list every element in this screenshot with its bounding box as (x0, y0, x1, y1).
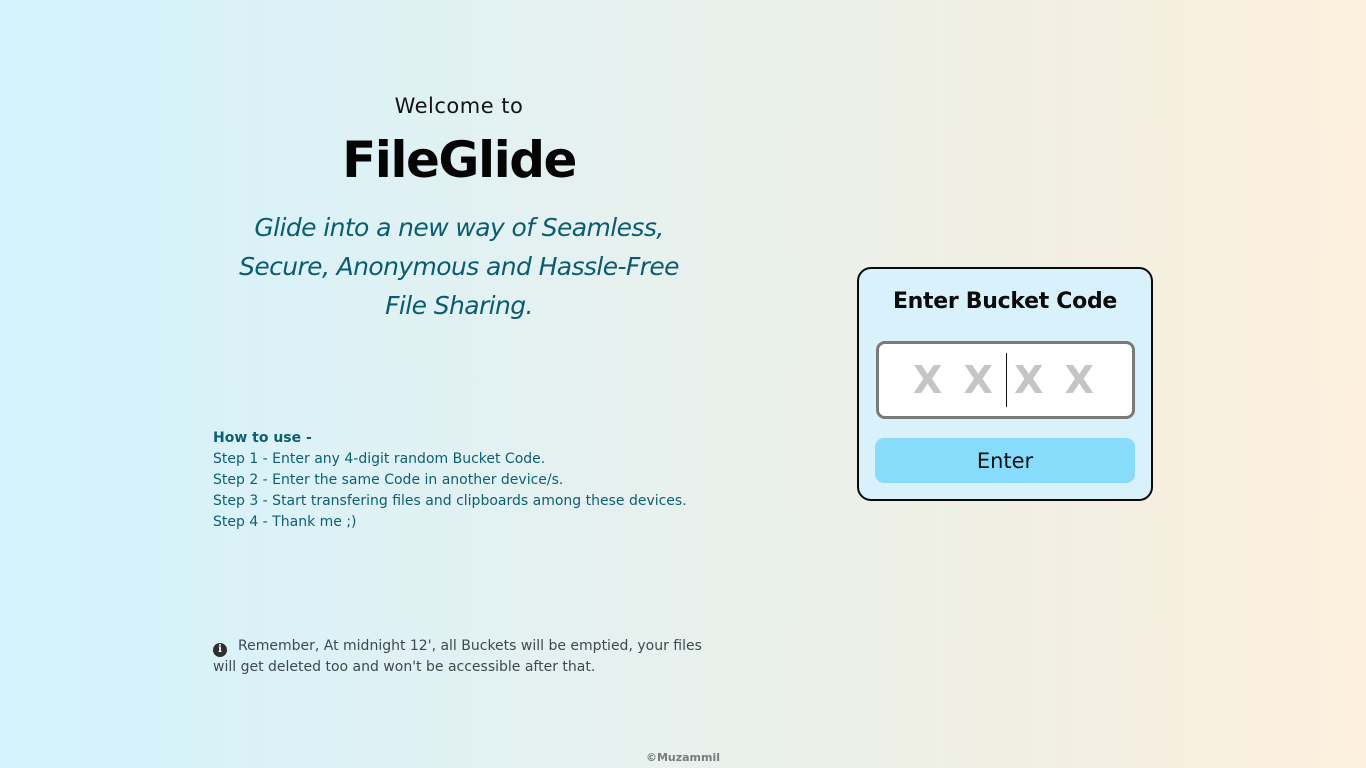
hero-section: Welcome to FileGlide Glide into a new wa… (200, 90, 718, 325)
how-to-step: Step 1 - Enter any 4-digit random Bucket… (213, 451, 546, 467)
midnight-notice: i Remember, At midnight 12', all Buckets … (213, 636, 703, 678)
brand-title: FileGlide (342, 131, 577, 189)
footer-copyright: ©Muzammil (645, 751, 721, 764)
how-to-step: Step 4 - Thank me ;) (213, 514, 357, 530)
tagline: Glide into a new way of Seamless, Secure… (200, 208, 718, 325)
card-title: Enter Bucket Code (892, 289, 1118, 314)
enter-button[interactable]: Enter (875, 438, 1135, 483)
welcome-text: Welcome to (394, 94, 524, 118)
how-to-step: Step 2 - Enter the same Code in another … (213, 472, 564, 488)
tagline-line: Secure, Anonymous and Hassle-Free (239, 252, 679, 281)
how-to-step: Step 3 - Start transfering files and cli… (213, 493, 687, 509)
how-to-section: How to use - Step 1 - Enter any 4-digit … (213, 428, 733, 533)
tagline-line: Glide into a new way of Seamless, (254, 213, 664, 242)
bucket-code-card: Enter Bucket Code Enter (857, 267, 1153, 501)
text-caret (1006, 353, 1007, 407)
how-to-title: How to use - (213, 430, 312, 446)
notice-text: Remember, At midnight 12', all Buckets w… (213, 638, 702, 675)
info-icon: i (213, 643, 227, 657)
tagline-line: File Sharing. (385, 291, 533, 320)
